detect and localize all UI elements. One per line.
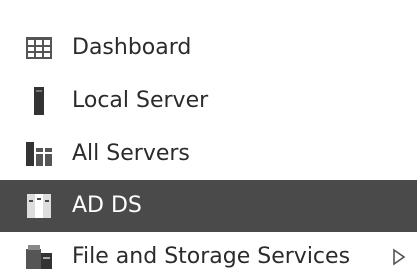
nav-item-dashboard[interactable]: Dashboard	[0, 22, 417, 74]
file-storage-icon	[26, 245, 52, 269]
nav-item-ad-ds[interactable]: AD DS	[0, 180, 417, 232]
nav-item-label: All Servers	[72, 141, 190, 166]
nav-item-file-storage[interactable]: File and Storage Services	[0, 231, 417, 276]
all-servers-icon	[26, 142, 52, 166]
nav-item-all-servers[interactable]: All Servers	[0, 128, 417, 180]
local-server-icon	[34, 87, 44, 115]
nav-item-label: AD DS	[72, 193, 142, 218]
dashboard-grid-icon	[26, 37, 52, 59]
chevron-right-icon[interactable]	[392, 248, 406, 266]
nav-item-label: File and Storage Services	[72, 244, 351, 269]
ad-ds-server-icon	[27, 194, 51, 218]
server-manager-nav: Dashboard Local Server All Servers AD DS	[0, 0, 417, 276]
nav-item-label: Local Server	[72, 88, 209, 113]
nav-item-local-server[interactable]: Local Server	[0, 75, 417, 127]
nav-item-label: Dashboard	[72, 35, 192, 60]
